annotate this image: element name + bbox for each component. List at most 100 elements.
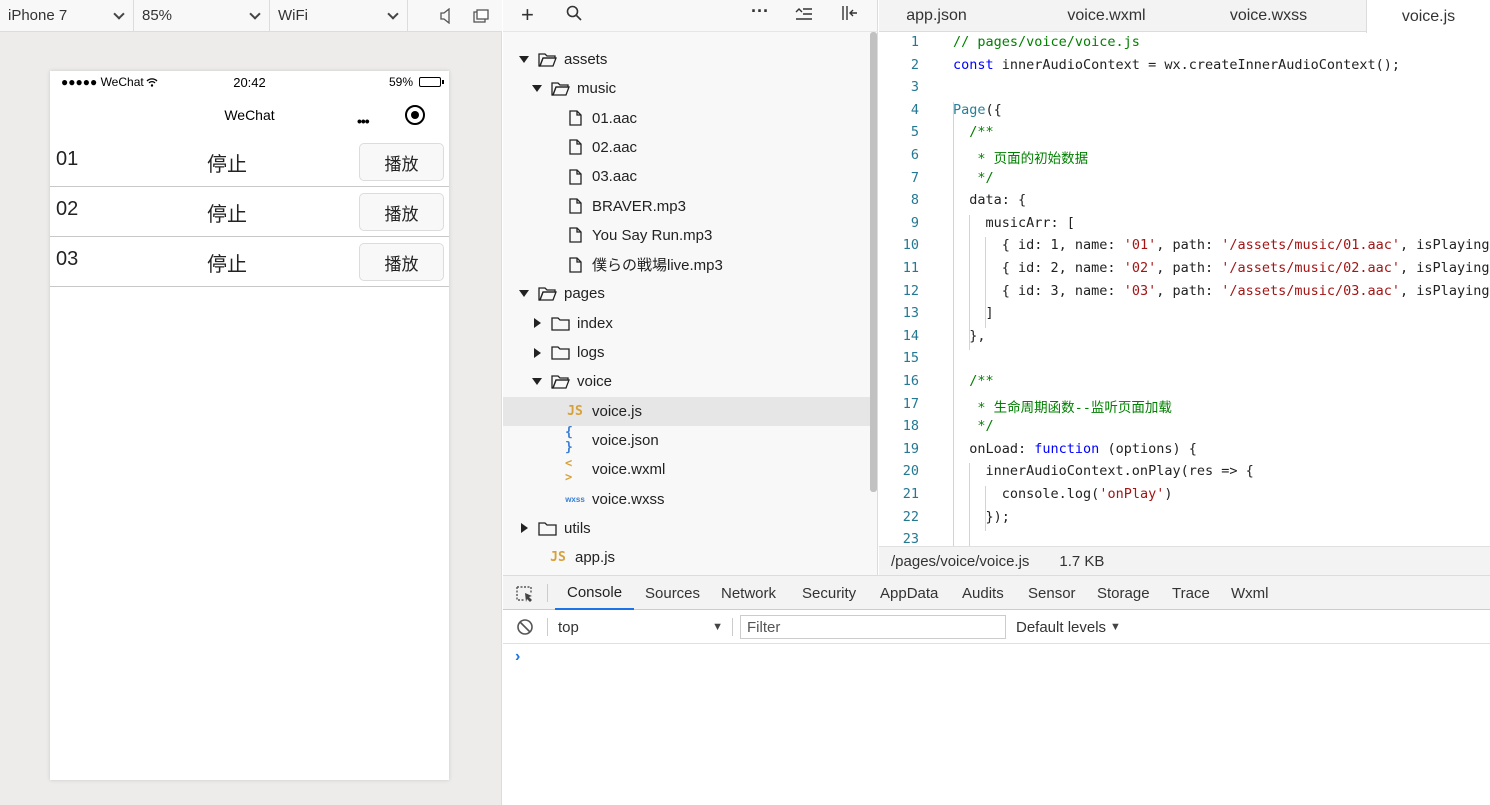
tree-item-pages[interactable]: pages <box>503 279 871 308</box>
line-number: 5 <box>910 124 919 141</box>
mute-icon[interactable] <box>430 0 464 32</box>
collapsed-arrow-icon[interactable] <box>533 347 541 358</box>
wxml-file-icon: < > <box>565 455 573 484</box>
code-line: 22 }); <box>879 509 1490 532</box>
indent-guide <box>985 486 986 532</box>
tree-scrollbar[interactable] <box>870 32 877 492</box>
zoom-select[interactable]: 85% <box>134 0 270 32</box>
tree-item-you-say-run-mp3[interactable]: You Say Run.mp3 <box>503 221 871 250</box>
console-prompt[interactable]: › <box>515 648 520 666</box>
play-button[interactable]: 播放 <box>359 243 444 281</box>
tree-item-voice-json[interactable]: { } voice.json <box>503 425 871 455</box>
divider <box>732 618 733 636</box>
code-line: 21 console.log('onPlay') <box>879 486 1490 509</box>
tree-item-label: voice.wxss <box>592 490 665 508</box>
tree-item-utils[interactable]: utils <box>503 514 871 543</box>
search-icon[interactable] <box>566 5 582 26</box>
tab-audits[interactable]: Audits <box>962 576 1004 610</box>
folder-toggle[interactable] <box>517 56 531 63</box>
tree-item-live-mp3[interactable]: 僕らの戦場live.mp3 <box>503 250 871 279</box>
expanded-arrow-icon[interactable] <box>519 290 529 298</box>
tab-storage[interactable]: Storage <box>1097 576 1150 610</box>
more-icon[interactable]: ··· <box>751 1 769 22</box>
tree-item-voice-wxss[interactable]: wxss voice.wxss <box>503 485 871 514</box>
tab-network[interactable]: Network <box>721 576 776 610</box>
tree-item-label: 01.aac <box>592 109 638 127</box>
tree-item-01-aac[interactable]: 01.aac <box>503 104 871 133</box>
music-row: 01 停止 播放 <box>50 137 449 187</box>
add-file-icon[interactable]: + <box>521 2 534 28</box>
expanded-arrow-icon[interactable] <box>532 378 542 386</box>
tree-item-logs[interactable]: logs <box>503 338 871 367</box>
tab-sensor[interactable]: Sensor <box>1028 576 1076 610</box>
code-text: data: { <box>953 192 1027 209</box>
collapse-all-icon[interactable] <box>795 5 813 26</box>
tab-app-json[interactable]: app.json <box>879 0 994 32</box>
play-button[interactable]: 播放 <box>359 143 444 181</box>
code-text: */ <box>953 169 994 186</box>
tab-appdata[interactable]: AppData <box>880 576 938 610</box>
tab-security[interactable]: Security <box>802 576 856 610</box>
code-text: musicArr: [ <box>953 214 1075 231</box>
log-levels-select[interactable]: Default levels ▼ <box>1016 610 1121 644</box>
tree-item-voice-js[interactable]: JS voice.js <box>503 396 871 426</box>
filter-input[interactable] <box>740 615 1006 639</box>
tree-item-braver-mp3[interactable]: BRAVER.mp3 <box>503 192 871 221</box>
detach-window-icon[interactable] <box>464 0 498 32</box>
tab-voice-wxml[interactable]: voice.wxml <box>1039 0 1174 32</box>
inspect-element-icon[interactable] <box>515 585 535 608</box>
tab-console[interactable]: Console <box>555 576 635 610</box>
navbar-title: WeChat <box>224 107 275 123</box>
tree-item-label: index <box>577 314 613 332</box>
log-levels-value: Default levels <box>1016 618 1107 636</box>
context-select[interactable]: top ▼ <box>558 610 723 644</box>
tab-wxml[interactable]: Wxml <box>1231 576 1269 610</box>
device-select[interactable]: iPhone 7 <box>0 0 134 32</box>
tree-item-03-aac[interactable]: 03.aac <box>503 162 871 191</box>
tree-item-02-aac[interactable]: 02.aac <box>503 133 871 162</box>
code-line: 11 { id: 2, name: '02', path: '/assets/m… <box>879 260 1490 283</box>
collapsed-arrow-icon[interactable] <box>533 318 541 329</box>
folder-toggle[interactable] <box>530 378 544 386</box>
tree-item-label: voice <box>577 373 613 391</box>
line-number: 2 <box>910 56 919 73</box>
tree-item-voice[interactable]: voice <box>503 367 871 396</box>
tree-item-index[interactable]: index <box>503 309 871 338</box>
line-number: 13 <box>902 305 919 322</box>
network-select[interactable]: WiFi <box>270 0 408 32</box>
indent-guide <box>969 463 970 546</box>
folder-toggle[interactable] <box>530 347 544 358</box>
expanded-arrow-icon[interactable] <box>519 56 529 63</box>
navigation-bar: WeChat ••• <box>50 93 449 137</box>
more-icon[interactable]: ••• <box>357 113 370 129</box>
chevron-down-icon <box>387 7 399 20</box>
tab-sources[interactable]: Sources <box>645 576 700 610</box>
tab-voice-wxss[interactable]: voice.wxss <box>1201 0 1336 32</box>
tree-item-assets[interactable]: assets <box>503 45 871 74</box>
code-area[interactable]: 1 // pages/voice/voice.js 2 const innerAudi… <box>879 32 1490 546</box>
tab-trace[interactable]: Trace <box>1172 576 1210 610</box>
folder-toggle[interactable] <box>530 85 544 93</box>
expanded-arrow-icon[interactable] <box>532 85 542 93</box>
tree-item-app-js[interactable]: JS app.js <box>503 543 871 572</box>
devtools-panel: Console Sources Network Security AppData… <box>503 575 1490 805</box>
code-line: 15 <box>879 350 1490 373</box>
play-button[interactable]: 播放 <box>359 193 444 231</box>
close-target-icon[interactable] <box>405 105 425 125</box>
line-number: 16 <box>902 373 919 389</box>
tab-voice-js[interactable]: voice.js <box>1366 0 1490 33</box>
file-icon <box>565 138 585 156</box>
folder-toggle[interactable] <box>530 318 544 329</box>
tree-item-label: logs <box>577 344 605 361</box>
hide-panel-icon[interactable] <box>841 5 859 26</box>
code-line: 2 const innerAudioContext = wx.createInne… <box>879 57 1490 80</box>
folder-toggle[interactable] <box>517 523 531 534</box>
folder-toggle[interactable] <box>517 290 531 298</box>
music-state: 停止 <box>207 204 247 226</box>
collapsed-arrow-icon[interactable] <box>520 523 528 534</box>
tree-item-voice-wxml[interactable]: < > voice.wxml <box>503 455 871 484</box>
clear-console-icon[interactable] <box>516 618 534 640</box>
code-text: ] <box>953 305 994 322</box>
file-size: 1.7 KB <box>1059 552 1105 570</box>
tree-item-music[interactable]: music <box>503 74 871 103</box>
